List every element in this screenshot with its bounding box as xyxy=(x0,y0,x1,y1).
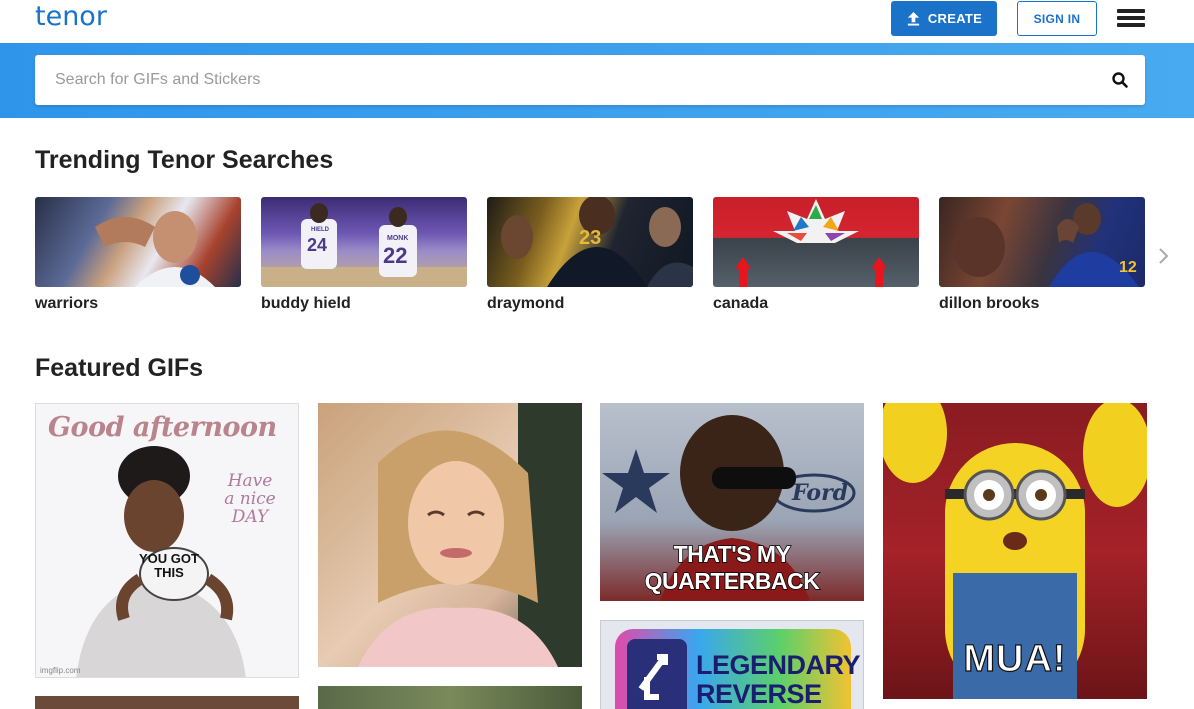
trend-label[interactable]: dillon brooks xyxy=(939,295,1145,313)
jersey-number: 23 xyxy=(579,227,602,249)
gif-minion-mua[interactable]: MUA! xyxy=(883,403,1147,699)
canada-logo-image xyxy=(735,199,887,287)
trend-thumbnail[interactable]: HIELD 24 MONK 22 xyxy=(261,197,467,287)
gif-quarterback[interactable]: Ford THAT'S MY QUARTERBACK xyxy=(600,403,864,601)
player-image xyxy=(953,203,1139,287)
create-button-label: CREATE xyxy=(927,11,983,26)
trend-label[interactable]: warriors xyxy=(35,295,241,313)
top-bar: tenor CREATE SIGN IN xyxy=(0,0,1194,43)
trending-title: Trending Tenor Searches xyxy=(35,146,334,174)
featured-title: Featured GIFs xyxy=(35,354,204,382)
hamburger-menu-icon[interactable] xyxy=(1117,9,1145,29)
jersey-number: 24 xyxy=(307,235,328,255)
jersey-number: 22 xyxy=(383,243,408,268)
trend-item-canada[interactable]: canada xyxy=(713,197,919,313)
trend-item-dillon-brooks[interactable]: 12 dillon brooks xyxy=(939,197,1145,313)
search-input[interactable] xyxy=(35,55,1095,105)
search-band xyxy=(0,43,1194,118)
upload-icon xyxy=(907,11,919,26)
woman-with-mug-image xyxy=(76,446,246,677)
gif-side-text: Have a nice DAY xyxy=(224,471,276,527)
sign-in-button[interactable]: SIGN IN xyxy=(1017,1,1097,36)
sign-in-label: SIGN IN xyxy=(1033,11,1081,26)
watermark: imgflip.com xyxy=(40,666,81,675)
trend-thumbnail[interactable]: 23 xyxy=(487,197,693,287)
gif-text: Good afternoon xyxy=(48,412,277,443)
tenor-logo[interactable]: tenor xyxy=(35,1,107,32)
trend-thumbnail[interactable]: 12 xyxy=(939,197,1145,287)
trend-item-draymond[interactable]: 23 draymond xyxy=(487,197,693,313)
gif-caption: LEGENDARY REVERSE CARD xyxy=(696,650,860,709)
jersey-name: HIELD xyxy=(311,227,329,233)
gif-caption: THAT'S MY QUARTERBACK xyxy=(644,540,821,595)
mug-text: YOU GOT THIS xyxy=(139,551,199,580)
sign-text: Ford xyxy=(792,480,849,506)
trend-thumbnail[interactable] xyxy=(713,197,919,287)
gif-reverse-card[interactable]: LEGENDARY REVERSE CARD xyxy=(600,620,864,709)
gif-thumbnail-partial[interactable] xyxy=(35,696,299,709)
chevron-right-icon[interactable] xyxy=(1157,246,1171,266)
search-icon[interactable] xyxy=(1111,71,1129,89)
jersey-number: 12 xyxy=(1119,259,1137,276)
gif-thumbnail-partial[interactable] xyxy=(318,686,582,709)
gif-caption: MUA! xyxy=(963,637,1067,680)
trend-label[interactable]: buddy hield xyxy=(261,295,467,313)
trend-item-buddy-hield[interactable]: HIELD 24 MONK 22 buddy hield xyxy=(261,197,467,313)
trend-item-warriors[interactable]: warriors xyxy=(35,197,241,313)
woman-image xyxy=(358,403,582,667)
trend-label[interactable]: canada xyxy=(713,295,919,313)
player-image xyxy=(261,203,467,287)
search-box xyxy=(35,55,1145,105)
jersey-name: MONK xyxy=(387,235,409,242)
trend-thumbnail[interactable] xyxy=(35,197,241,287)
create-button[interactable]: CREATE xyxy=(891,1,997,36)
gif-crying-woman[interactable] xyxy=(318,403,582,667)
trend-label[interactable]: draymond xyxy=(487,295,693,313)
gif-good-afternoon[interactable]: Good afternoon Have a nice DAY YOU GOT T… xyxy=(35,403,299,678)
player-image xyxy=(95,211,215,287)
